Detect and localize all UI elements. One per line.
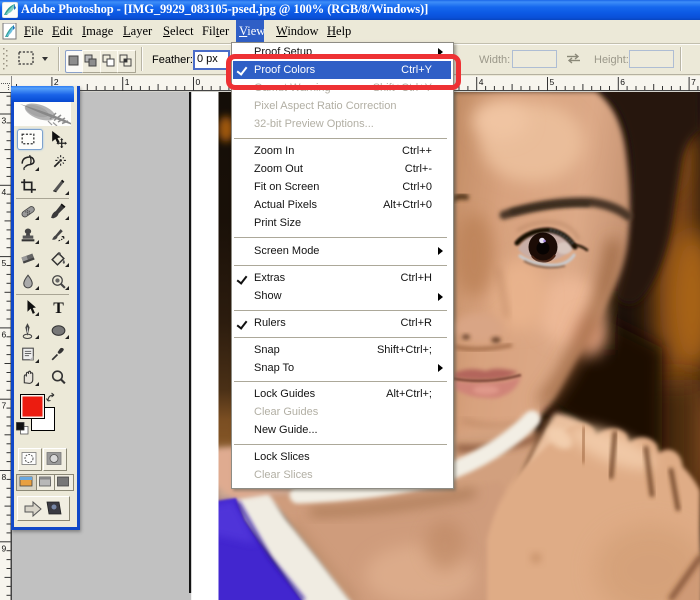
svg-text:8: 8 <box>2 472 7 482</box>
svg-text:7: 7 <box>691 77 696 87</box>
svg-text:6: 6 <box>620 77 625 87</box>
svg-text:4: 4 <box>2 187 7 197</box>
svg-text:6: 6 <box>2 329 7 339</box>
svg-text:9: 9 <box>2 543 7 553</box>
svg-text:5: 5 <box>2 258 7 268</box>
svg-text:3: 3 <box>2 116 7 126</box>
svg-text:1: 1 <box>125 77 130 87</box>
svg-text:7: 7 <box>2 401 7 411</box>
svg-text:0: 0 <box>196 77 201 87</box>
svg-text:5: 5 <box>550 77 555 87</box>
svg-text:4: 4 <box>479 77 484 87</box>
svg-text:T: T <box>53 300 64 316</box>
